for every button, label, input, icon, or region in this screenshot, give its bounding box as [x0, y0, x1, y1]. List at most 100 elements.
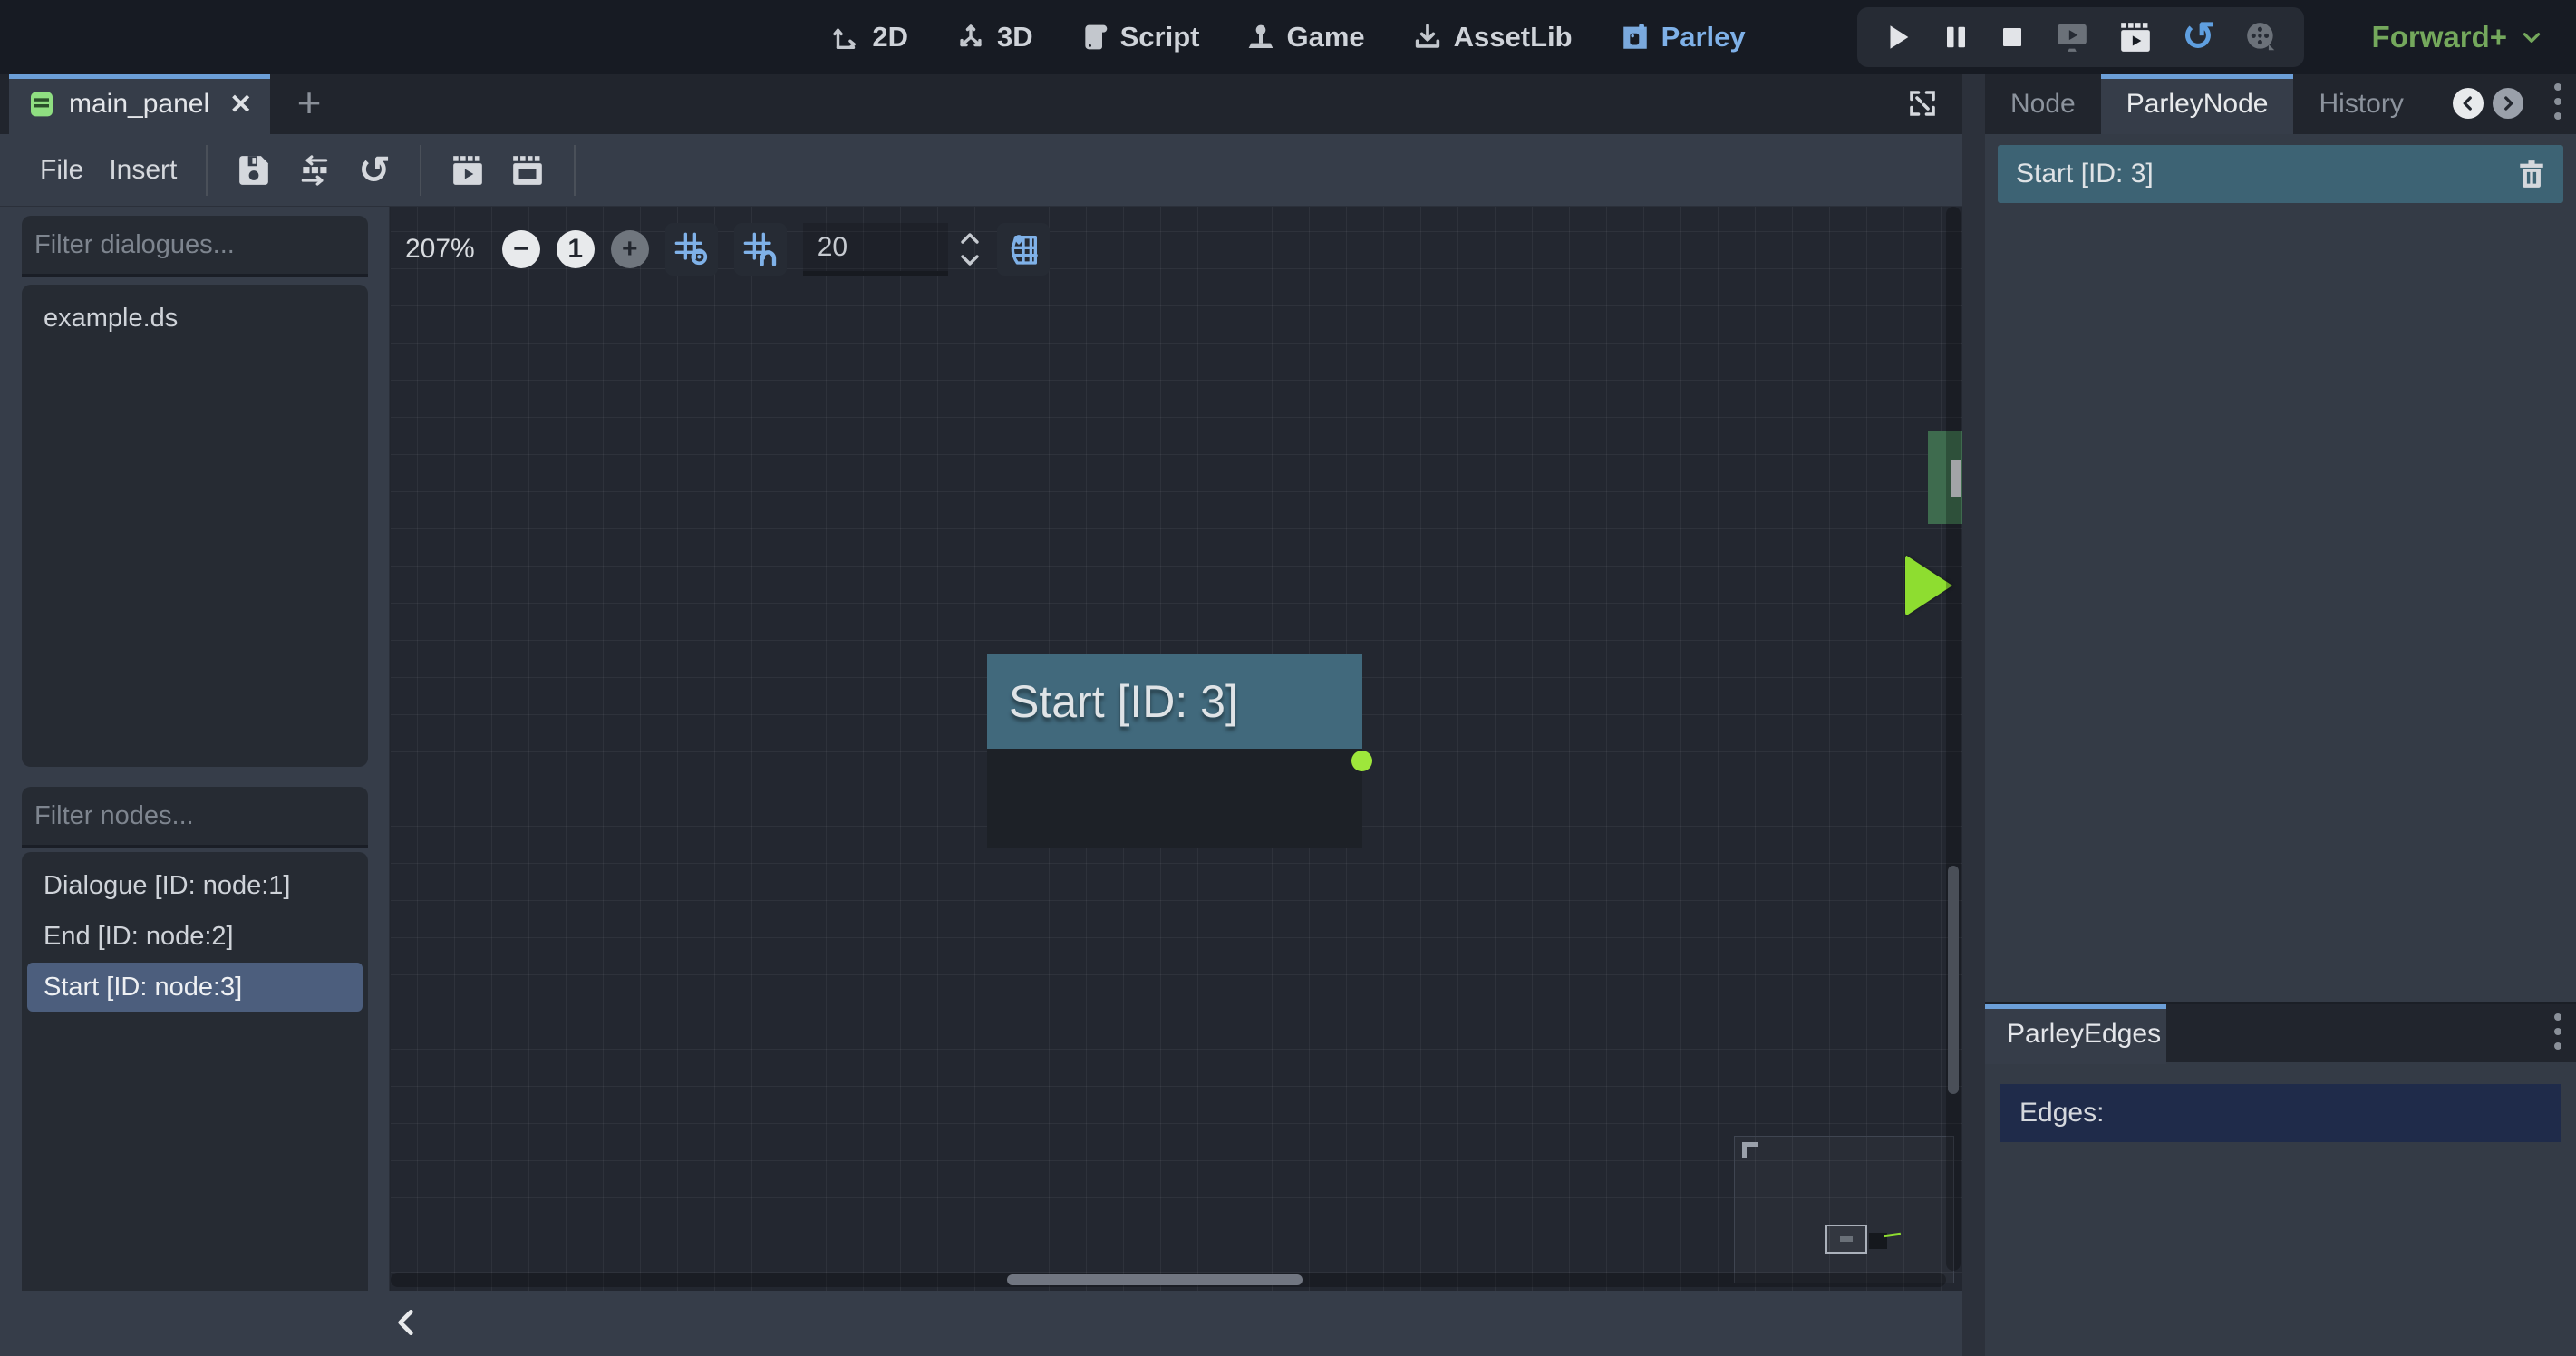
- graph-node-start-header[interactable]: Start [ID: 3]: [987, 654, 1362, 749]
- next-tab-icon[interactable]: [2493, 88, 2523, 119]
- expand-icon[interactable]: [1906, 87, 1939, 120]
- canvas-vertical-scrollbar[interactable]: [1946, 207, 1961, 1271]
- tab-node[interactable]: Node: [1985, 74, 2101, 134]
- save-icon[interactable]: [237, 153, 271, 188]
- joystick-icon: [1246, 22, 1275, 53]
- nodes-list: Dialogue [ID: node:1] End [ID: node:2] S…: [22, 852, 368, 1356]
- edges-dock-menu-icon[interactable]: [2554, 1013, 2561, 1050]
- edges-label: Edges:: [2019, 1098, 2104, 1128]
- parley-plugin-icon: [1620, 22, 1651, 53]
- toolbar-separator: [574, 145, 576, 196]
- inspector-tab-bar: Node ParleyNode History: [1985, 74, 2576, 134]
- minimap-viewport[interactable]: [1825, 1225, 1867, 1254]
- film-reel-icon[interactable]: [2244, 20, 2279, 54]
- stop-icon[interactable]: [1999, 20, 2026, 54]
- selected-node-label: Start [ID: 3]: [1998, 159, 2503, 189]
- tab-parleynode[interactable]: ParleyNode: [2101, 74, 2294, 134]
- collapse-left-icon[interactable]: [390, 1302, 426, 1343]
- zoom-out-icon[interactable]: −: [502, 230, 540, 268]
- dock-resize-handle[interactable]: [1962, 74, 1985, 1356]
- play-icon[interactable]: [1883, 20, 1913, 54]
- grid-visibility-icon[interactable]: [665, 223, 718, 276]
- tab-script[interactable]: Script: [1080, 21, 1200, 53]
- graph-node-start-title: Start [ID: 3]: [1009, 675, 1238, 728]
- dock-menu-icon[interactable]: [2554, 83, 2561, 120]
- graph-node-start-body: [987, 749, 1362, 848]
- toolbar-separator: [420, 145, 421, 196]
- undo-icon[interactable]: ↺: [358, 152, 390, 189]
- file-menu[interactable]: File: [27, 155, 96, 186]
- test-dialogue-icon[interactable]: [450, 153, 485, 188]
- remote-play-icon[interactable]: [2055, 20, 2089, 54]
- main-editor-region: main_panel ✕ + File Insert ↺: [0, 74, 1962, 1356]
- filter-dialogues-box: [22, 216, 368, 277]
- grid-size-stepper[interactable]: [959, 231, 981, 267]
- toolbar-separator: [206, 145, 208, 196]
- zoom-percent-label: 207%: [405, 234, 475, 265]
- grid-snap-icon[interactable]: [734, 223, 787, 276]
- node-list-item[interactable]: End [ID: node:2]: [27, 912, 363, 961]
- filter-dialogues-input[interactable]: [22, 230, 389, 260]
- movie-maker-icon[interactable]: [2118, 20, 2153, 54]
- dialogue-list-item[interactable]: example.ds: [27, 294, 363, 343]
- tab-2d[interactable]: 2D: [830, 21, 908, 53]
- minimap-toggle-icon[interactable]: [997, 223, 1050, 276]
- delete-node-icon[interactable]: [2516, 159, 2547, 189]
- zoom-reset-icon[interactable]: 1: [557, 230, 595, 268]
- spin-down-icon: [959, 253, 981, 267]
- node-list-item-selected[interactable]: Start [ID: node:3]: [27, 963, 363, 1012]
- grid-size-field[interactable]: 20: [803, 223, 948, 276]
- tab-3d[interactable]: 3D: [955, 21, 1033, 53]
- add-tab-icon[interactable]: +: [288, 83, 330, 125]
- prev-tab-icon[interactable]: [2453, 88, 2484, 119]
- tab-parley[interactable]: Parley: [1620, 21, 1746, 53]
- canvas-horizontal-scrollbar[interactable]: [391, 1273, 1946, 1287]
- graph-node-start[interactable]: Start [ID: 3]: [987, 654, 1362, 848]
- spin-up-icon: [959, 231, 981, 246]
- scene-tab-bar: main_panel ✕ +: [0, 74, 1962, 134]
- download-icon: [1412, 22, 1443, 53]
- filter-nodes-box: [22, 787, 368, 848]
- tab-2d-label: 2D: [872, 21, 908, 53]
- close-icon[interactable]: ✕: [229, 89, 252, 121]
- canvas-toolbar: 207% − 1 + 20: [405, 221, 1050, 277]
- graph-node-output-port[interactable]: [1351, 751, 1372, 771]
- minimap-node-marker: [1840, 1236, 1853, 1242]
- tab-game[interactable]: Game: [1246, 21, 1364, 53]
- vertical-scroll-thumb[interactable]: [1948, 866, 1959, 1094]
- pause-icon[interactable]: [1942, 20, 1970, 54]
- minimap-corner-marker: [1742, 1142, 1758, 1158]
- tab-game-label: Game: [1286, 21, 1364, 53]
- tab-parley-label: Parley: [1661, 21, 1746, 53]
- graph-canvas[interactable]: 207% − 1 + 20: [391, 207, 1962, 1291]
- renderer-selector[interactable]: Forward+: [2372, 0, 2543, 74]
- tab-assetlib[interactable]: AssetLib: [1412, 21, 1573, 53]
- chevron-down-icon: [2520, 25, 2543, 49]
- tab-main-panel-label: main_panel: [69, 89, 209, 120]
- script-icon: [1080, 22, 1109, 53]
- dialogues-list: example.ds: [22, 285, 368, 767]
- godot-editor-window: 2D 3D Script Game: [0, 0, 2576, 1356]
- zoom-in-icon[interactable]: +: [611, 230, 649, 268]
- tab-parleyedges[interactable]: ParleyEdges: [1985, 1004, 2166, 1064]
- filter-nodes-input[interactable]: [22, 801, 389, 831]
- graph-minimap[interactable]: [1734, 1136, 1954, 1283]
- renderer-label: Forward+: [2372, 20, 2507, 54]
- selected-node-row[interactable]: Start [ID: 3]: [1998, 145, 2563, 203]
- node-list-item[interactable]: Dialogue [ID: node:1]: [27, 861, 363, 910]
- tab-main-panel[interactable]: main_panel ✕: [9, 74, 270, 134]
- 3d-axes-icon: [955, 22, 986, 53]
- horizontal-scroll-thumb[interactable]: [1007, 1274, 1303, 1285]
- edges-header-row: Edges:: [2000, 1084, 2561, 1142]
- reload-icon[interactable]: ↺: [2182, 19, 2215, 55]
- playback-controls: ↺: [1857, 7, 2304, 67]
- arrange-nodes-icon[interactable]: [296, 153, 333, 188]
- tab-history[interactable]: History: [2293, 74, 2428, 134]
- bottom-bar: [0, 1291, 1962, 1356]
- top-menu-bar: 2D 3D Script Game: [0, 0, 2576, 74]
- grid-size-value: 20: [818, 232, 847, 263]
- new-dialogue-icon[interactable]: [510, 153, 545, 188]
- insert-menu[interactable]: Insert: [96, 155, 189, 186]
- dialogue-sidebar: example.ds Dialogue [ID: node:1] End [ID…: [0, 207, 390, 1356]
- scene-icon: [27, 90, 56, 119]
